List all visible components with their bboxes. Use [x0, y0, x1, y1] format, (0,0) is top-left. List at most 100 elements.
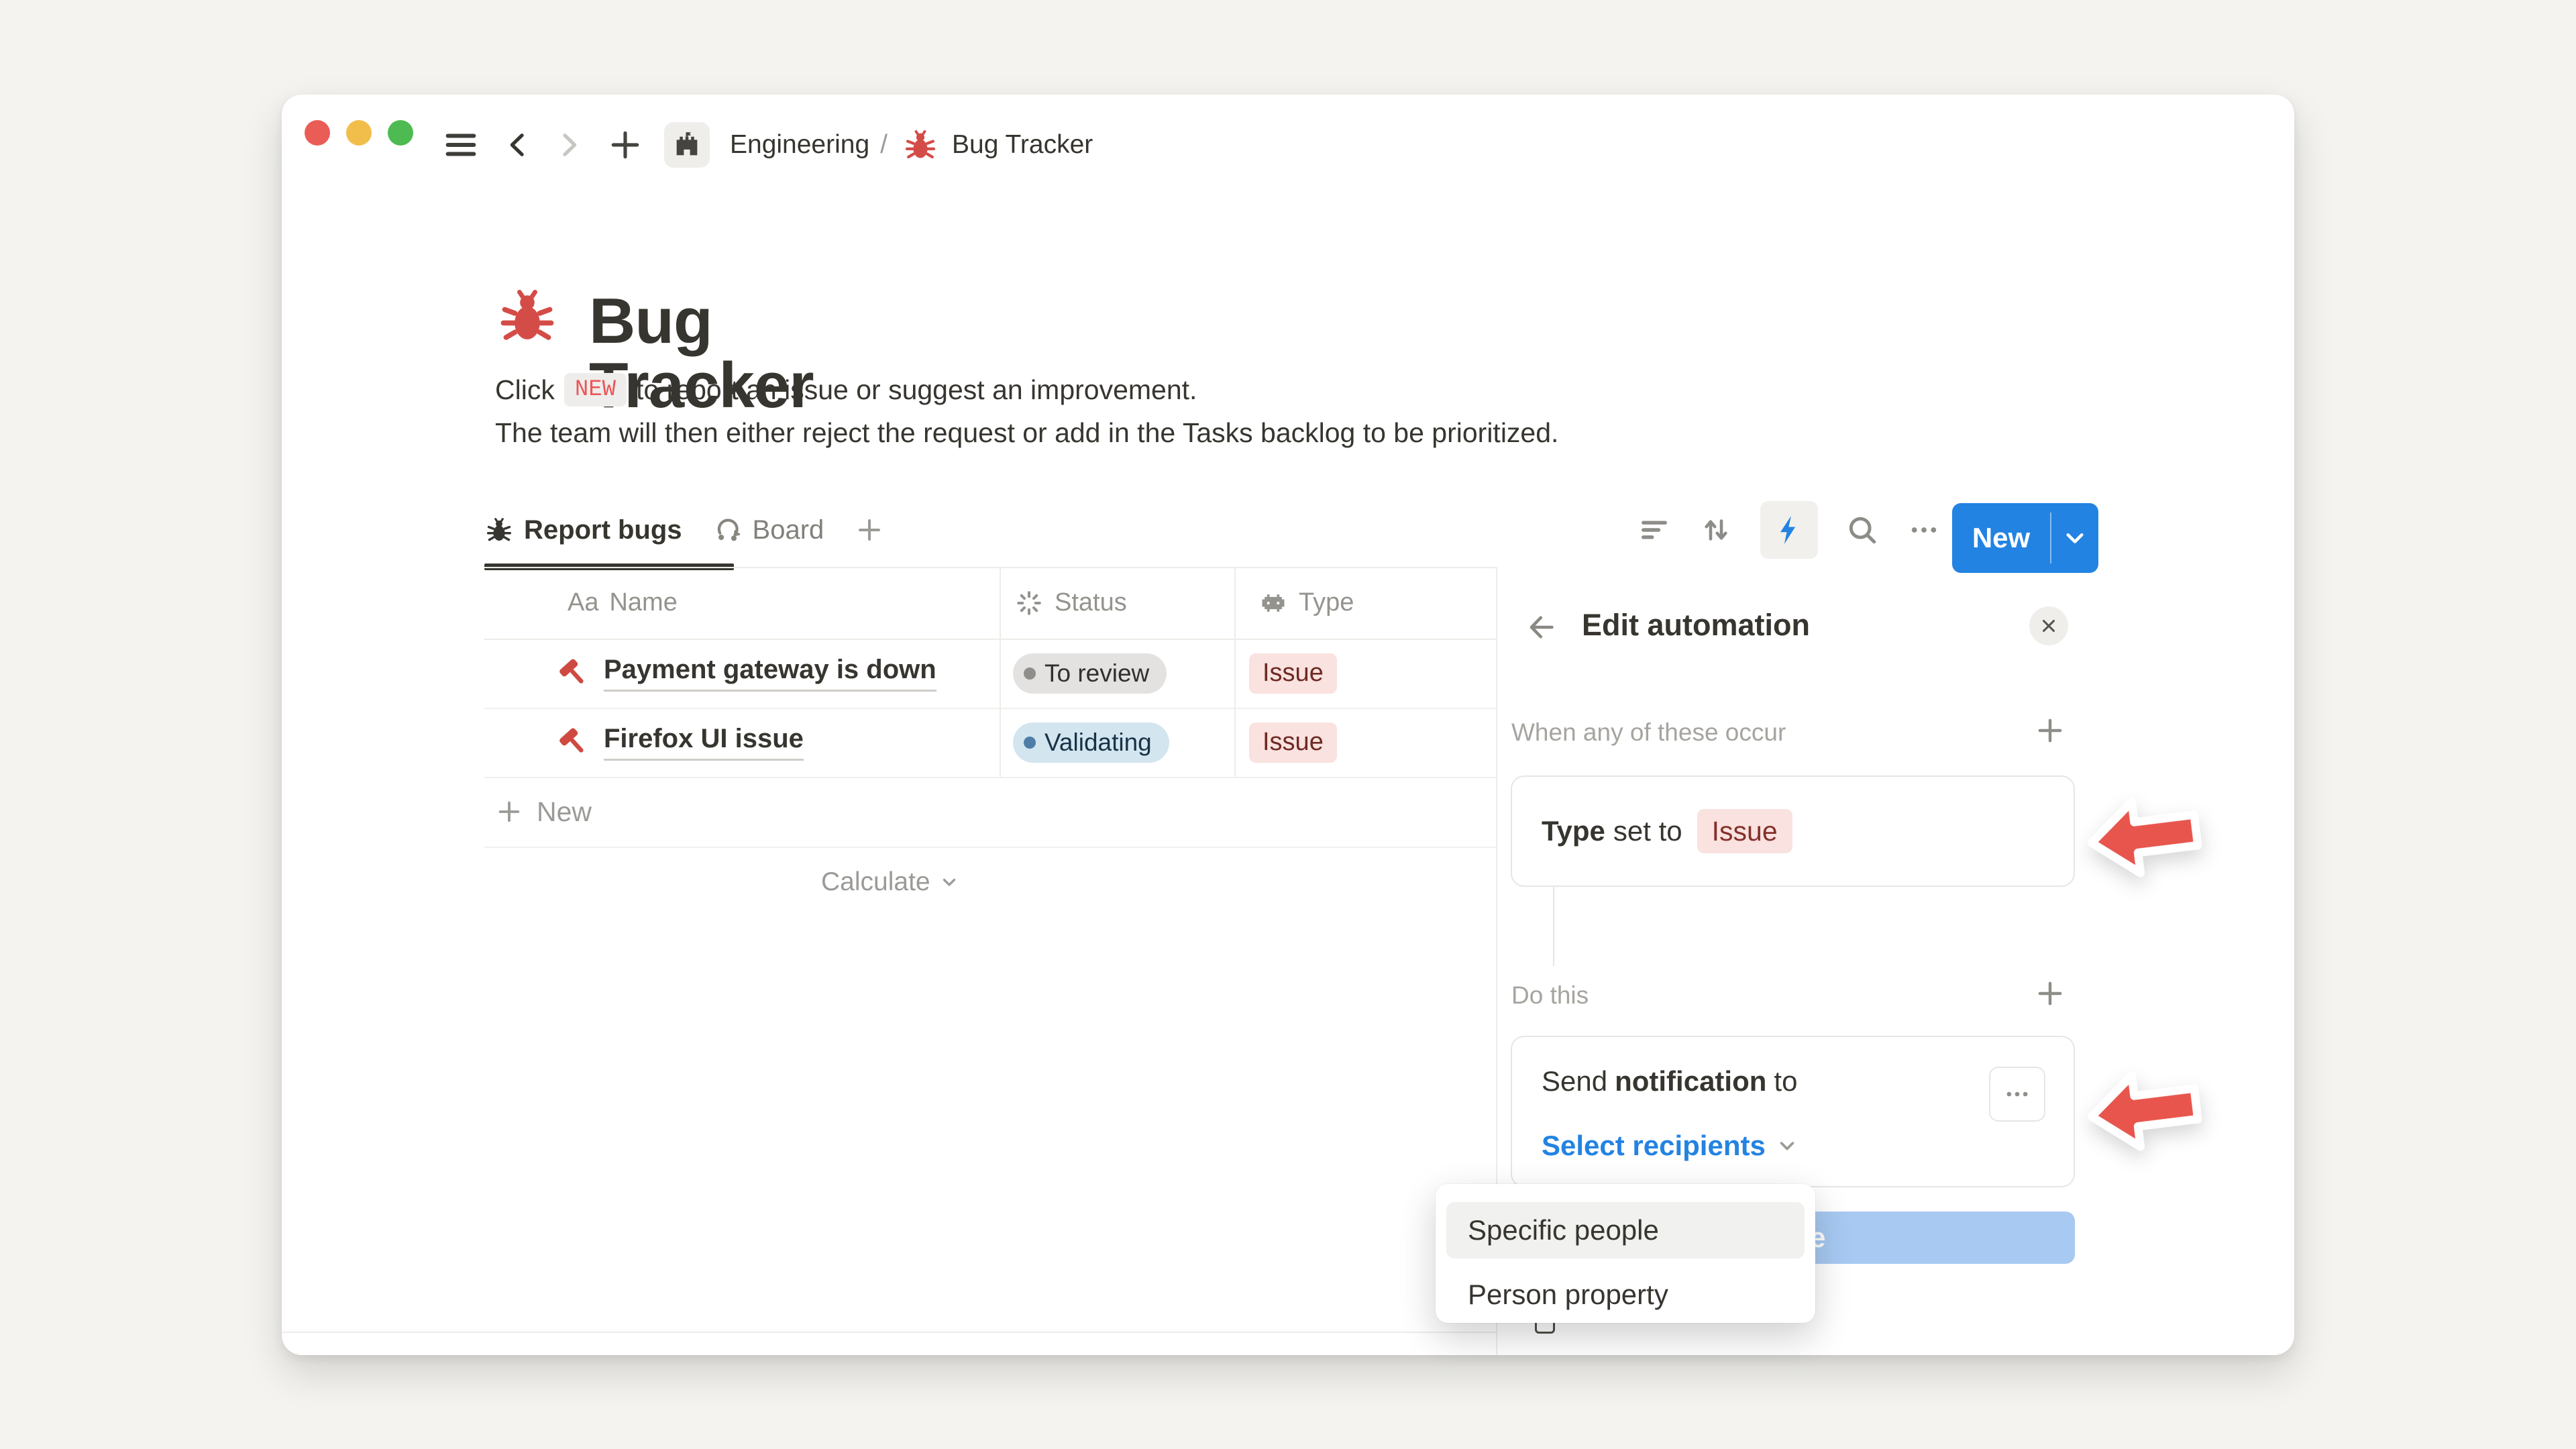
description-text: to report an issue or suggest an improve… — [636, 374, 1197, 406]
description-text: Click — [495, 374, 555, 406]
new-record-dropdown-button[interactable] — [2051, 503, 2098, 573]
breadcrumb-separator: / — [880, 130, 888, 160]
column-border — [1234, 567, 1236, 777]
flow-connector-line — [1553, 887, 1554, 966]
action-text: Send notification to — [1542, 1065, 1797, 1097]
type-tag: Issue — [1249, 653, 1337, 694]
new-record-label[interactable]: New — [1952, 503, 2050, 573]
content-bottom-border — [282, 1332, 1496, 1333]
panel-back-button[interactable] — [1525, 610, 1558, 644]
new-record-button[interactable]: New — [1952, 503, 2098, 573]
column-header-label: Status — [1055, 588, 1127, 617]
column-header-label: Name — [609, 588, 677, 617]
automation-button[interactable] — [1760, 501, 1818, 559]
panel-title: Edit automation — [1582, 608, 1810, 643]
description-line-1: Click NEW to report an issue or suggest … — [495, 371, 1197, 409]
add-view-button[interactable] — [855, 515, 884, 545]
new-page-button[interactable] — [606, 126, 644, 164]
traffic-light-minimize-button[interactable] — [346, 120, 372, 146]
view-tabs: Report bugs Board — [484, 499, 884, 561]
trigger-text: Type set to Issue — [1542, 777, 1792, 885]
table-row[interactable]: Firefox UI issue — [557, 708, 804, 777]
column-header-name[interactable]: Aa Name — [568, 567, 678, 639]
page-background: { "breadcrumb": { "workspace": "Engineer… — [0, 0, 2576, 1449]
database-toolbar — [1637, 499, 1941, 561]
sort-button[interactable] — [1699, 513, 1733, 547]
search-button[interactable] — [1845, 513, 1880, 547]
panel-close-button[interactable] — [2029, 606, 2068, 645]
text-property-icon: Aa — [568, 588, 598, 617]
status-burst-icon — [1014, 588, 1044, 618]
action-section-label: Do this — [1511, 981, 1589, 1010]
dropdown-item-specific-people[interactable]: Specific people — [1446, 1202, 1805, 1258]
type-cell[interactable]: Issue — [1249, 639, 1337, 708]
trigger-property: Type — [1542, 815, 1605, 847]
trigger-card[interactable]: Type set to Issue — [1511, 775, 2075, 887]
status-label: Validating — [1044, 729, 1152, 757]
action-text-bold: notification — [1615, 1065, 1766, 1097]
action-card[interactable]: Send notification to Select recipients — [1511, 1036, 2075, 1187]
sidebar-menu-button[interactable] — [441, 125, 480, 164]
status-dot — [1024, 737, 1036, 749]
row-name-link[interactable]: Firefox UI issue — [604, 724, 804, 761]
status-label: To review — [1044, 659, 1149, 688]
traffic-light-close-button[interactable] — [305, 120, 330, 146]
status-cell[interactable]: To review — [1013, 639, 1167, 708]
row-border — [484, 777, 1496, 778]
description-line-2: The team will then either reject the req… — [495, 414, 1558, 451]
trigger-value-chip: Issue — [1697, 809, 1792, 853]
table-row[interactable]: Payment gateway is down — [557, 639, 936, 708]
bug-icon — [902, 127, 938, 163]
breadcrumb-page[interactable]: Bug Tracker — [952, 130, 1093, 160]
trigger-section-label: When any of these occur — [1511, 718, 1786, 747]
calculate-label: Calculate — [821, 867, 930, 897]
hammer-icon — [557, 725, 592, 760]
row-name-link[interactable]: Payment gateway is down — [604, 655, 936, 692]
more-options-button[interactable] — [1907, 513, 1941, 547]
status-pill: To review — [1013, 653, 1167, 694]
description-text: The team will then either reject the req… — [495, 417, 1558, 449]
filter-button[interactable] — [1637, 513, 1672, 547]
type-cell[interactable]: Issue — [1249, 708, 1337, 777]
add-action-button[interactable] — [2034, 977, 2066, 1010]
column-border — [1000, 567, 1001, 777]
nav-back-button[interactable] — [500, 127, 535, 162]
recipient-dropdown-menu: Specific people Person property — [1436, 1184, 1815, 1323]
hammer-icon — [557, 656, 592, 691]
add-trigger-button[interactable] — [2034, 714, 2066, 747]
breadcrumb-workspace[interactable]: Engineering — [730, 130, 869, 160]
tab-board[interactable]: Board — [713, 515, 824, 545]
calculate-dropdown[interactable]: Calculate — [821, 863, 960, 901]
tab-report-bugs[interactable]: Report bugs — [484, 515, 682, 545]
space-invader-icon — [1258, 588, 1288, 618]
trigger-middle-text: set to — [1613, 815, 1682, 847]
bug-icon — [484, 515, 514, 545]
add-row-label: New — [537, 796, 592, 828]
chevron-down-icon — [938, 871, 960, 893]
column-header-label: Type — [1299, 588, 1354, 617]
select-recipients-dropdown[interactable]: Select recipients — [1542, 1130, 1799, 1162]
chevron-down-icon — [1775, 1134, 1799, 1158]
dropdown-item-person-property[interactable]: Person property — [1446, 1267, 1805, 1323]
row-border — [484, 847, 1496, 848]
page-bug-icon[interactable] — [495, 284, 559, 348]
status-dot — [1024, 667, 1036, 680]
tab-label: Report bugs — [524, 515, 682, 545]
lightning-icon — [1772, 513, 1807, 547]
tab-label: Board — [753, 515, 824, 545]
type-tag: Issue — [1249, 722, 1337, 763]
top-navigation-bar: Engineering / Bug Tracker — [441, 123, 1093, 167]
status-cell[interactable]: Validating — [1013, 708, 1169, 777]
annotation-arrow-icon — [2080, 1058, 2208, 1166]
column-header-status[interactable]: Status — [1014, 567, 1127, 639]
nav-forward-button[interactable] — [551, 127, 586, 162]
action-more-button[interactable] — [1989, 1067, 2045, 1122]
board-view-icon — [713, 515, 743, 545]
select-recipients-label: Select recipients — [1542, 1130, 1766, 1162]
add-row-button[interactable]: New — [495, 777, 592, 847]
new-code-chip: NEW — [564, 373, 627, 407]
traffic-light-zoom-button[interactable] — [388, 120, 413, 146]
action-text-part: Send — [1542, 1065, 1607, 1097]
column-header-type[interactable]: Type — [1258, 567, 1354, 639]
workspace-chip[interactable] — [664, 122, 710, 168]
